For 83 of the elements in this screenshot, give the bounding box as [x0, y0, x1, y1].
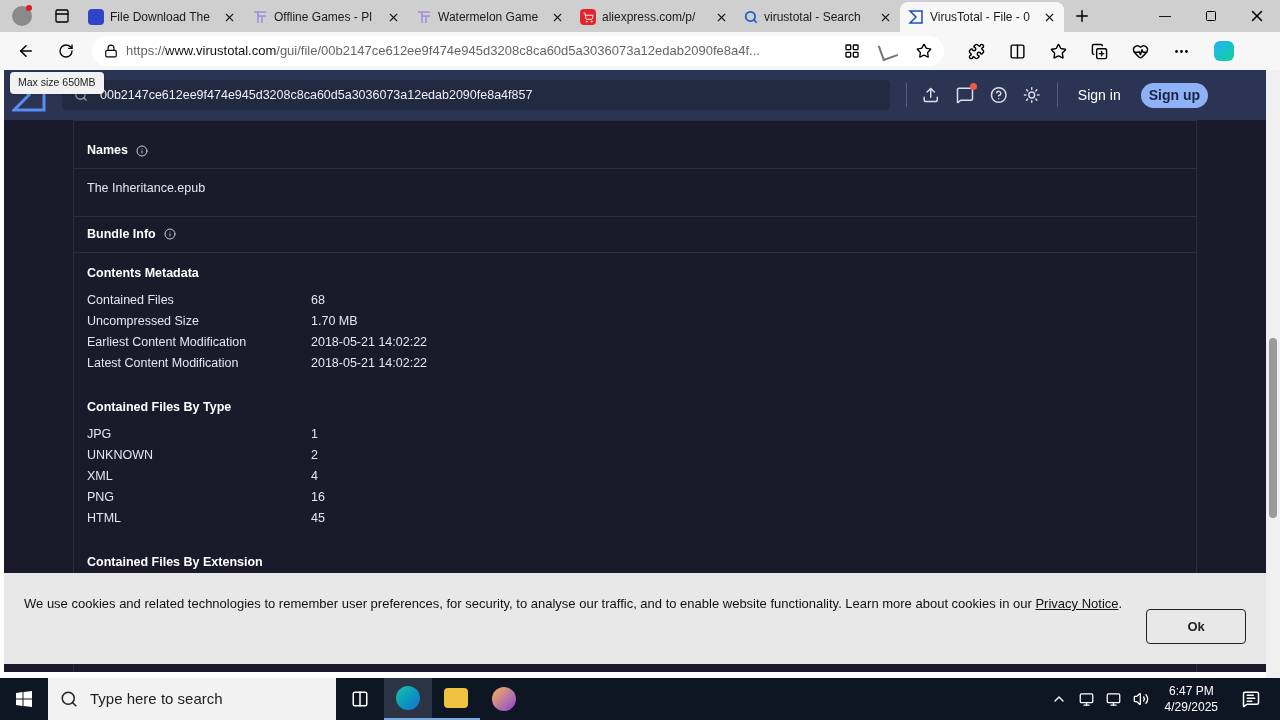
profile-avatar[interactable]	[12, 6, 32, 26]
property-value: 4	[311, 467, 318, 485]
chat-icon[interactable]	[955, 86, 974, 104]
browser-tab[interactable]: virustotal - Search	[736, 2, 900, 32]
property-value: 68	[311, 291, 325, 309]
tooltip: Max size 650MB	[10, 72, 104, 94]
cookie-text: We use cookies and related technologies to remember user preferences, for security, to analyse our traffic, and to enable website functionality. Learn more about cookies in our Privacy Notice.	[24, 595, 1123, 613]
browser-tab[interactable]: Offline Games - Pl	[244, 2, 408, 32]
tab-title: virustotal - Search	[764, 9, 861, 26]
minimize-icon	[1159, 15, 1171, 17]
info-icon[interactable]	[136, 144, 148, 157]
taskbar-search-field[interactable]: Type here to search	[48, 678, 336, 720]
lock-icon	[104, 44, 118, 58]
property-label: UNKNOWN	[87, 446, 154, 464]
property-value: 2018-05-21 14:02:22	[311, 333, 428, 351]
section-title: Bundle Info	[87, 225, 156, 243]
property-value: 1	[311, 425, 318, 443]
address-bar[interactable]: https://www.virustotal.com/gui/file/00b2147ce612ee9f474e945d3208c8ca60d5a3036073a12edab2090fe8a4f...	[92, 36, 944, 66]
tab-title: Offline Games - Pl	[274, 9, 372, 26]
browser-tab[interactable]: VirusTotal - File - 0	[900, 2, 1064, 32]
group-title: Contained Files By Type	[87, 398, 233, 416]
property-value: 16	[311, 488, 325, 506]
property-label: XML	[87, 467, 114, 485]
tab-title: VirusTotal - File - 0	[930, 9, 1030, 26]
browser-tab[interactable]: File Download The	[80, 2, 244, 32]
property-label: Contained Files	[87, 291, 175, 309]
property-label: JPG	[87, 425, 113, 443]
clock[interactable]: 6:47 PM 4/29/2025	[1160, 683, 1222, 715]
property-value: 2018-05-21 14:02:22	[311, 354, 428, 372]
url-text: https://www.virustotal.com/gui/file/00b2147ce612ee9f474e945d3208c8ca60d5a3036073a12edab2090fe8a4f...	[126, 42, 761, 61]
app-grid-icon[interactable]	[844, 43, 860, 59]
privacy-link[interactable]: Privacy Notice	[1035, 596, 1119, 611]
theme-icon[interactable]	[1023, 86, 1041, 104]
clock-date: 4/29/2025	[1164, 699, 1218, 715]
property-label: Latest Content Modification	[87, 354, 240, 372]
browser-tab[interactable]: Watermelon Game	[408, 2, 572, 32]
tab-title: Watermelon Game	[438, 9, 539, 26]
reload-icon	[58, 43, 74, 59]
group-title: Contents Metadata	[87, 264, 200, 282]
upload-icon[interactable]	[922, 86, 940, 104]
property-value: 45	[311, 509, 325, 527]
letter-mark-icon	[416, 9, 432, 25]
file-name: The Inheritance.epub	[87, 180, 207, 197]
property-label: Earliest Content Modification	[87, 333, 248, 351]
favorite-star-icon[interactable]	[916, 43, 932, 59]
sigma-icon	[908, 9, 924, 25]
info-icon[interactable]	[163, 228, 176, 241]
tab-title: File Download The	[110, 9, 210, 26]
browser-tab[interactable]: aliexpress.com/p/	[572, 2, 736, 32]
property-label: Uncompressed Size	[87, 312, 200, 330]
property-label: PNG	[87, 488, 116, 506]
letter-mark-icon	[252, 9, 268, 25]
health-icon[interactable]	[1132, 42, 1149, 60]
clock-time: 6:47 PM	[1168, 683, 1214, 699]
tab-actions-icon	[54, 8, 70, 24]
extensions-icon[interactable]	[968, 42, 985, 60]
favorites-icon[interactable]	[1050, 42, 1067, 60]
property-label: HTML	[87, 509, 123, 527]
ok-button[interactable]: Ok	[1146, 609, 1246, 644]
notifications-icon[interactable]	[1242, 690, 1260, 708]
windows-icon	[16, 691, 32, 707]
search-icon	[744, 10, 758, 24]
sign-in-link[interactable]: Sign in	[1073, 84, 1125, 106]
plus-icon	[1073, 7, 1091, 25]
split-screen-icon[interactable]	[1009, 42, 1026, 60]
section-title: Names	[87, 142, 128, 160]
tab-title: aliexpress.com/p/	[602, 9, 696, 26]
search-icon	[60, 690, 78, 708]
collections-icon[interactable]	[1091, 42, 1108, 60]
app-icon	[88, 9, 104, 25]
edge-taskbar-icon[interactable]	[384, 678, 432, 720]
restore-icon	[1205, 10, 1217, 22]
cart-icon	[580, 9, 596, 25]
help-icon[interactable]	[989, 86, 1008, 104]
volume-icon[interactable]	[1132, 691, 1149, 707]
sign-up-button[interactable]: Sign up	[1140, 82, 1208, 108]
search-placeholder: Type here to search	[90, 688, 223, 709]
scrollbar-thumb[interactable]	[1269, 338, 1277, 518]
network-icon[interactable]	[1105, 691, 1121, 707]
property-value: 1.70 MB	[311, 312, 358, 330]
group-title: Contained Files By Extension	[87, 553, 264, 571]
task-view-icon	[351, 690, 369, 708]
property-value: 2	[311, 446, 318, 464]
